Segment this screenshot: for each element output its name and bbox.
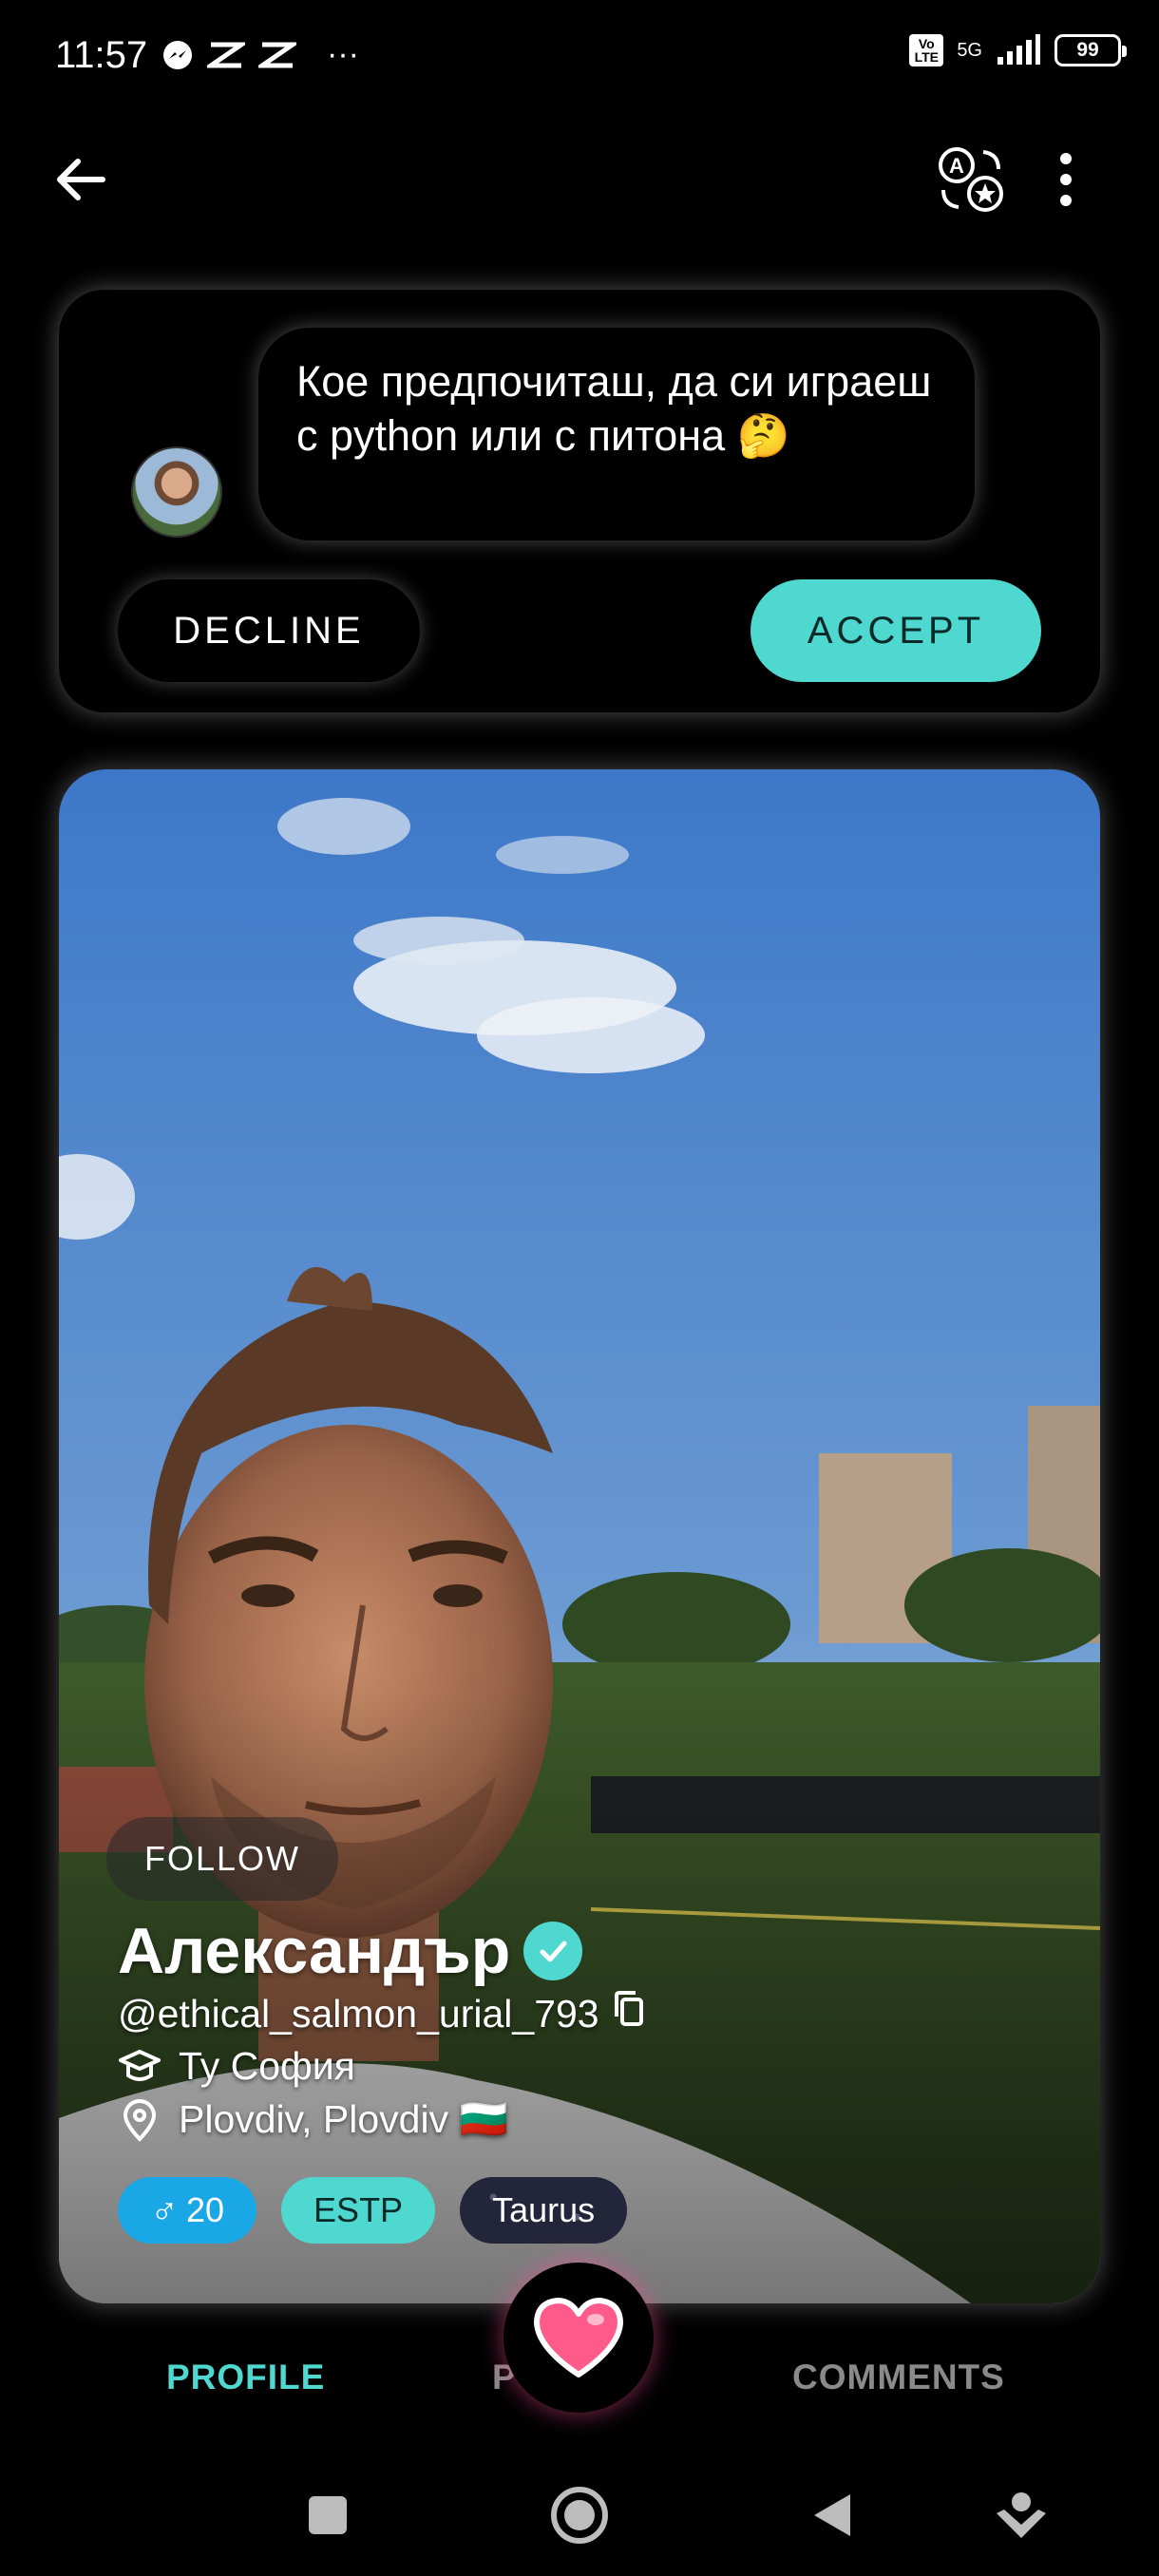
decline-button[interactable]: DECLINE	[118, 579, 420, 682]
profile-name: Александър	[118, 1915, 511, 1987]
zodiac-tag: Taurus	[460, 2177, 627, 2244]
square-icon	[309, 2496, 347, 2534]
school-text: Ту София	[179, 2044, 355, 2088]
back-button[interactable]	[48, 146, 114, 213]
location-pin-icon	[123, 2099, 157, 2142]
system-nav-bar	[0, 2460, 1159, 2576]
tab-profile[interactable]: PROFILE	[166, 2358, 325, 2397]
profile-card: FOLLOW Александър @ethical_salmon_urial_…	[59, 769, 1100, 2303]
capcut-icon-2	[258, 42, 296, 67]
down-chevron-icon	[997, 2492, 1046, 2538]
age-value: 20	[186, 2190, 225, 2229]
more-notifications-indicator: ···	[327, 36, 359, 72]
more-options-button[interactable]	[1040, 146, 1092, 213]
school-row: Ту София	[118, 2044, 355, 2089]
more-vertical-icon	[1060, 153, 1072, 206]
message-bubble: Кое предпочиташ, да си играеш с python и…	[258, 328, 975, 540]
status-right: Vo LTE 5G 99	[909, 34, 1127, 66]
tab-comments[interactable]: COMMENTS	[792, 2358, 1005, 2397]
follow-button[interactable]: FOLLOW	[106, 1817, 338, 1901]
app-bar: A	[0, 133, 1159, 228]
name-row: Александър	[118, 1914, 583, 1988]
network-type: 5G	[957, 39, 982, 61]
profile-handle: @ethical_salmon_urial_793	[118, 1991, 599, 2036]
recents-button[interactable]	[290, 2477, 366, 2553]
accept-button[interactable]: ACCEPT	[750, 579, 1041, 682]
volte-badge: Vo LTE	[909, 34, 944, 66]
home-circle-icon	[551, 2487, 608, 2544]
age-tag: ♂ 20	[118, 2177, 257, 2244]
back-nav-button[interactable]	[793, 2477, 869, 2553]
messenger-icon	[163, 40, 192, 69]
location-text: Plovdiv, Plovdiv 🇧🇬	[179, 2097, 508, 2141]
message-request-card: Кое предпочиташ, да си играеш с python и…	[59, 290, 1100, 712]
status-bar: 11:57 ··· Vo LTE 5G 99	[0, 0, 1159, 114]
translate-button[interactable]: A	[936, 144, 1006, 215]
male-icon: ♂	[150, 2188, 179, 2231]
hide-keyboard-button[interactable]	[983, 2477, 1059, 2553]
capcut-icon	[207, 42, 245, 67]
like-button[interactable]	[504, 2263, 654, 2413]
handle-row: @ethical_salmon_urial_793	[118, 1990, 647, 2037]
graduation-cap-icon	[119, 2049, 161, 2081]
svg-text:A: A	[949, 154, 964, 178]
triangle-back-icon	[814, 2494, 850, 2536]
battery-level: 99	[1076, 39, 1099, 61]
notification-icons: ···	[162, 36, 359, 73]
copy-icon[interactable]	[613, 1990, 647, 2037]
profile-tags: ♂ 20 ESTP Taurus	[118, 2177, 627, 2244]
sender-avatar[interactable]	[131, 446, 222, 538]
back-arrow-icon	[57, 159, 105, 200]
battery-icon: 99	[1054, 34, 1127, 66]
translate-icon: A	[939, 147, 1003, 212]
mbti-tag: ESTP	[281, 2177, 436, 2244]
location-row: Plovdiv, Plovdiv 🇧🇬	[118, 2097, 508, 2143]
verified-badge-icon	[523, 1922, 583, 1980]
home-button[interactable]	[542, 2477, 618, 2553]
heart-icon	[534, 2298, 623, 2377]
signal-icon	[998, 34, 1040, 65]
status-time: 11:57	[55, 34, 148, 76]
